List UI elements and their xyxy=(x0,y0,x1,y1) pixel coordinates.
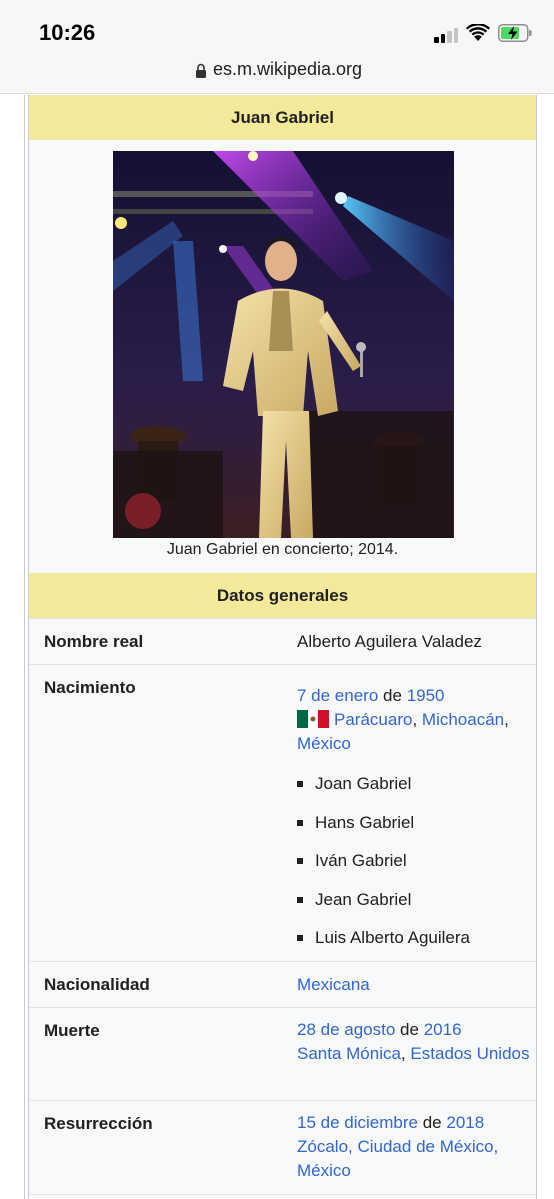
birth-date-link[interactable]: 7 de enero xyxy=(297,686,378,705)
row-value: Mexicana xyxy=(297,973,532,997)
row-nacionalidad: Nacionalidad Mexicana xyxy=(29,961,536,1007)
photo-caption: Juan Gabriel en concierto; 2014. xyxy=(166,541,399,558)
row-muerte: Muerte 28 de agosto de 2016 Santa Mónica… xyxy=(29,1007,536,1100)
resurrection-country-link[interactable]: México xyxy=(297,1161,351,1180)
bullet-icon xyxy=(297,935,303,941)
row-resurreccion: Resurrección 15 de diciembre de 2018 Zóc… xyxy=(29,1100,536,1194)
birth-country-link[interactable]: México xyxy=(297,734,351,753)
cellular-signal-icon xyxy=(434,27,460,43)
nationality-link[interactable]: Mexicana xyxy=(297,975,370,994)
separator-comma: , xyxy=(400,1044,406,1063)
row-label: Nacimiento xyxy=(44,678,136,697)
status-time: 10:26 xyxy=(39,20,96,45)
resurrection-year-link[interactable]: 2018 xyxy=(446,1113,484,1132)
infobox-title: Juan Gabriel xyxy=(29,95,536,140)
url-bar[interactable]: es.m.wikipedia.org xyxy=(0,56,554,94)
birth-state-link[interactable]: Michoacán xyxy=(422,710,504,729)
row-nombre-real: Nombre real Alberto Aguilera Valadez xyxy=(29,618,536,664)
row-label: Nombre real xyxy=(44,632,144,651)
content-border xyxy=(24,95,25,1199)
bullet-icon xyxy=(297,858,303,864)
death-place-link[interactable]: Santa Mónica xyxy=(297,1044,401,1063)
lock-icon xyxy=(196,63,206,78)
mexico-flag-icon xyxy=(297,710,329,728)
concert-photo-image xyxy=(113,151,454,538)
separator-comma: , xyxy=(504,710,509,729)
concert-photo[interactable] xyxy=(113,151,454,538)
alias-text: Luis Alberto Aguilera xyxy=(315,928,470,947)
bullet-icon xyxy=(297,781,303,787)
row-label: Muerte xyxy=(44,1021,100,1040)
row-value: 15 de diciembre de 2018 Zócalo, Ciudad d… xyxy=(297,1111,532,1183)
section-header-datos-generales: Datos generales xyxy=(29,573,536,618)
list-item: Hans Gabriel xyxy=(297,811,532,850)
resurrection-date-link[interactable]: 15 de diciembre xyxy=(297,1113,418,1132)
death-date-link[interactable]: 28 de agosto xyxy=(297,1020,395,1039)
row-value: 7 de enero de 1950 Parácuaro, Michoacán,… xyxy=(297,684,532,965)
row-value: Alberto Aguilera Valadez xyxy=(297,632,482,651)
alias-text: Joan Gabriel xyxy=(315,774,412,793)
list-item: Jean Gabriel xyxy=(297,888,532,927)
alias-text: Jean Gabriel xyxy=(315,889,412,909)
alias-text: Hans Gabriel xyxy=(315,812,415,832)
list-item: Luis Alberto Aguilera xyxy=(297,926,532,965)
list-item: Joan Gabriel xyxy=(297,772,532,811)
separator-comma: , xyxy=(412,710,418,729)
status-bar: 10:26 xyxy=(0,0,554,56)
infobox: Juan Gabriel Juan Gabriel en concierto; … xyxy=(28,95,537,1199)
text-de: de xyxy=(383,686,402,705)
resurrection-place-link[interactable]: Zócalo, Ciudad de México, xyxy=(297,1137,498,1156)
text-de: de xyxy=(422,1113,442,1132)
row-label: Nacionalidad xyxy=(44,975,150,994)
aliases-list: Joan Gabriel Hans Gabriel Iván Gabriel J… xyxy=(297,772,532,965)
death-year-link[interactable]: 2016 xyxy=(424,1020,462,1039)
battery-charging-icon xyxy=(498,24,532,42)
url-text[interactable]: es.m.wikipedia.org xyxy=(213,59,362,80)
row-nacimiento: Nacimiento 7 de enero de 1950 Parácuaro,… xyxy=(29,664,536,961)
bullet-icon xyxy=(297,819,303,826)
row-next xyxy=(29,1194,536,1199)
text-de: de xyxy=(400,1020,419,1039)
row-label: Resurrección xyxy=(44,1114,153,1133)
death-country-link[interactable]: Estados Unidos xyxy=(410,1044,529,1063)
alias-text: Iván Gabriel xyxy=(315,851,407,870)
wifi-icon xyxy=(466,24,490,41)
bullet-icon xyxy=(297,896,303,903)
birth-year-link[interactable]: 1950 xyxy=(407,686,445,705)
row-value: 28 de agosto de 2016 Santa Mónica, Estad… xyxy=(297,1018,532,1066)
birth-place-link[interactable]: Parácuaro xyxy=(334,710,412,729)
list-item: Iván Gabriel xyxy=(297,849,532,888)
